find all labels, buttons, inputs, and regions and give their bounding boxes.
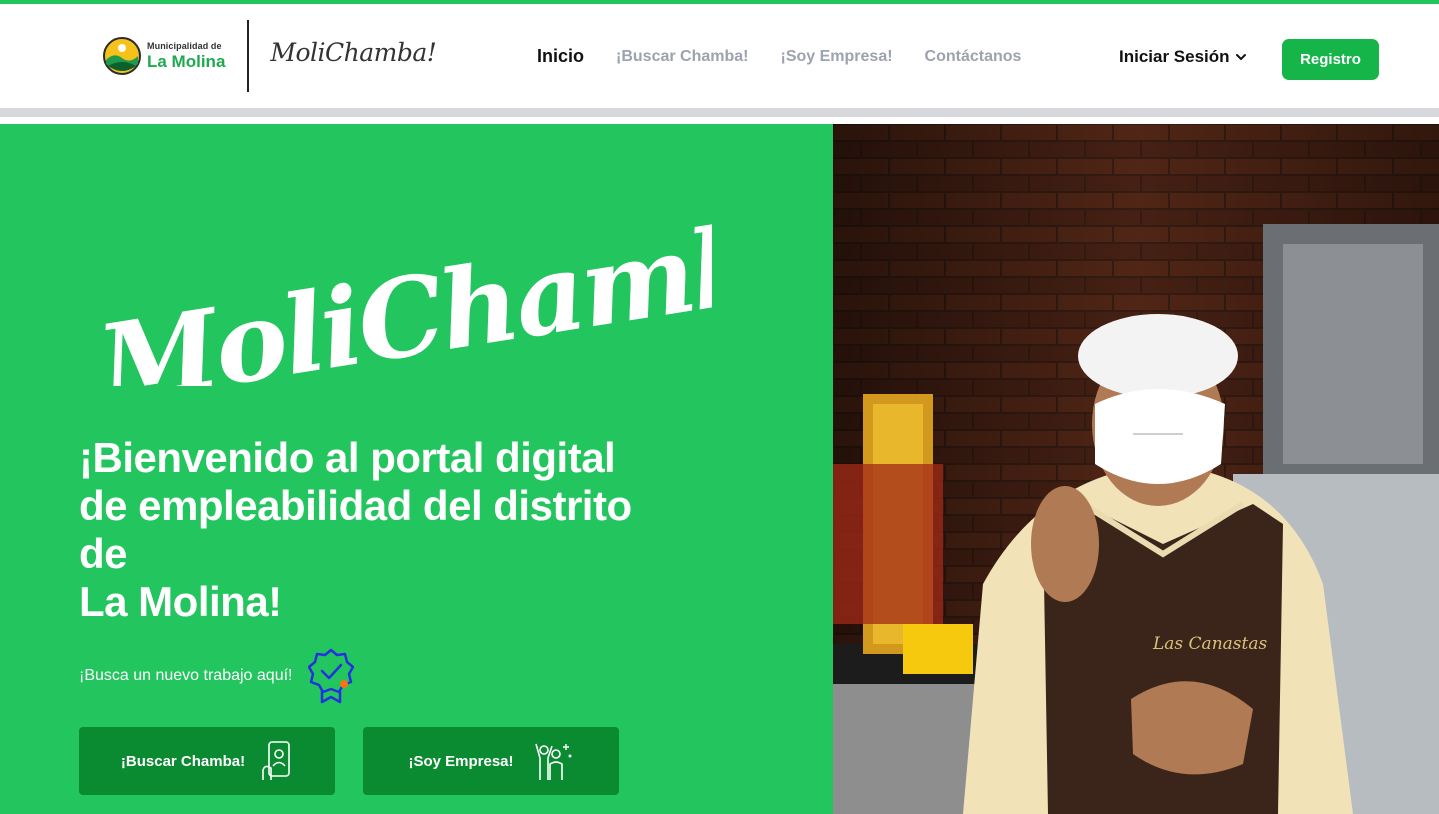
soy-empresa-label: ¡Soy Empresa! (408, 752, 514, 770)
buscar-chamba-label: ¡Buscar Chamba! (120, 752, 246, 770)
brand-divider (247, 20, 250, 92)
municipality-name: La Molina (147, 52, 226, 71)
buscar-chamba-button[interactable]: ¡Buscar Chamba! (79, 727, 335, 795)
hero-subtitle-row: ¡Busca un nuevo trabajo aquí! (79, 648, 355, 704)
hero-title-line-3: de (79, 530, 128, 577)
login-dropdown[interactable]: Iniciar Sesión (1119, 47, 1247, 67)
hero-photo: Las Canastas (833, 124, 1439, 814)
navbar: Municipalidad de La Molina MoliChamba! I… (0, 4, 1439, 108)
municipality-logo[interactable]: Municipalidad de La Molina (103, 36, 225, 76)
apron-logo-text: Las Canastas (1152, 634, 1267, 654)
chevron-down-icon (1235, 54, 1246, 61)
molichamba-script-text: MoliChamba! (92, 206, 712, 386)
hero-title-line-2: de empleabilidad del distrito (79, 482, 632, 529)
nav-soy-empresa[interactable]: ¡Soy Empresa! (781, 48, 893, 67)
register-button[interactable]: Registro (1282, 39, 1379, 80)
worker-photo: Las Canastas (833, 124, 1439, 814)
municipality-label: Municipalidad de (147, 41, 222, 51)
molichamba-logo-text[interactable]: MoliChamba! (270, 38, 436, 67)
hero-title: ¡Bienvenido al portal digital de empleab… (79, 434, 719, 626)
phone-profile-icon (262, 741, 290, 780)
nav-inicio[interactable]: Inicio (537, 46, 584, 67)
soy-empresa-button[interactable]: ¡Soy Empresa! (363, 727, 619, 795)
hero-title-line-1: ¡Bienvenido al portal digital (79, 434, 616, 481)
certified-badge-icon (308, 648, 355, 704)
navbar-shadow (0, 108, 1439, 117)
molichamba-script-logo: MoliChamba! (92, 206, 712, 386)
brand[interactable]: Municipalidad de La Molina MoliChamba! (103, 20, 437, 92)
municipality-shield-icon (103, 37, 141, 75)
hero-title-line-4: La Molina! (79, 578, 282, 625)
hero-subtitle: ¡Busca un nuevo trabajo aquí! (79, 667, 293, 684)
login-label: Iniciar Sesión (1119, 47, 1230, 66)
nav-buscar-chamba[interactable]: ¡Buscar Chamba! (616, 48, 748, 67)
nav-contactanos[interactable]: Contáctanos (925, 48, 1022, 67)
main-navigation: Inicio ¡Buscar Chamba! ¡Soy Empresa! Con… (537, 46, 1022, 67)
team-celebration-icon (534, 743, 572, 780)
